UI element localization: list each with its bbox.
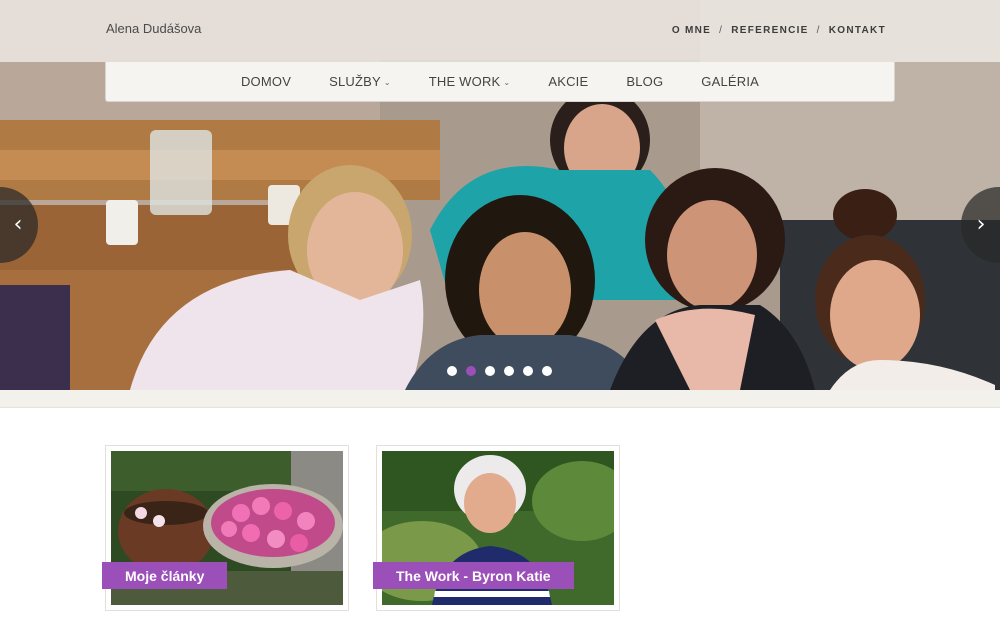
slider-dot[interactable] <box>542 366 552 376</box>
top-link-referencie[interactable]: REFERENCIE <box>731 25 808 36</box>
chevron-right-icon: › <box>976 212 986 237</box>
nav-item-sluzby[interactable]: SLUŽBY ⌄ <box>310 74 410 89</box>
nav-item-label: BLOG <box>626 74 664 89</box>
slider-dot[interactable] <box>485 366 495 376</box>
slider-dot[interactable] <box>504 366 514 376</box>
top-bar: Alena Dudášova O MNE / REFERENCIE / KONT… <box>0 0 1000 62</box>
site-name[interactable]: Alena Dudášova <box>106 21 201 36</box>
nav-item-the-work[interactable]: THE WORK ⌄ <box>410 74 530 89</box>
page: ‹ › Alena Dudášova O MNE / REFERENCIE / … <box>0 0 1000 625</box>
slider-dot-active[interactable] <box>466 366 476 376</box>
top-link-separator: / <box>816 25 821 36</box>
nav-item-label: DOMOV <box>240 74 292 89</box>
nav-item-blog[interactable]: BLOG <box>607 74 682 89</box>
top-link-separator: / <box>719 25 724 36</box>
slider-dot[interactable] <box>447 366 457 376</box>
card-label: Moje články <box>102 562 228 589</box>
chevron-down-icon: ⌄ <box>383 77 391 87</box>
nav-item-label: AKCIE <box>548 74 589 89</box>
card-moje-clanky[interactable]: Moje články <box>102 445 349 611</box>
nav-item-label: GALÉRIA <box>701 74 760 89</box>
nav-item-akcie[interactable]: AKCIE <box>529 74 607 89</box>
nav-item-label: SLUŽBY <box>329 74 381 89</box>
slider-dot[interactable] <box>523 366 533 376</box>
card-inner: Moje články <box>102 451 343 605</box>
slider-pagination <box>447 366 552 376</box>
card-inner: The Work - Byron Katie <box>373 451 614 605</box>
top-link-o-mne[interactable]: O MNE <box>672 25 711 36</box>
top-link-kontakt[interactable]: KONTAKT <box>829 25 886 36</box>
nav-item-domov[interactable]: DOMOV <box>222 74 310 89</box>
card-the-work-byron-katie[interactable]: The Work - Byron Katie <box>373 445 620 611</box>
chevron-left-icon: ‹ <box>13 212 23 237</box>
nav-item-label: THE WORK <box>428 74 501 89</box>
section-divider <box>0 390 1000 408</box>
main-navigation: DOMOV SLUŽBY ⌄ THE WORK ⌄ AKCIE BLOG GAL… <box>105 62 895 102</box>
card-label: The Work - Byron Katie <box>373 562 574 589</box>
chevron-down-icon: ⌄ <box>503 77 511 87</box>
nav-item-galeria[interactable]: GALÉRIA <box>682 74 778 89</box>
top-links: O MNE / REFERENCIE / KONTAKT <box>672 25 886 36</box>
